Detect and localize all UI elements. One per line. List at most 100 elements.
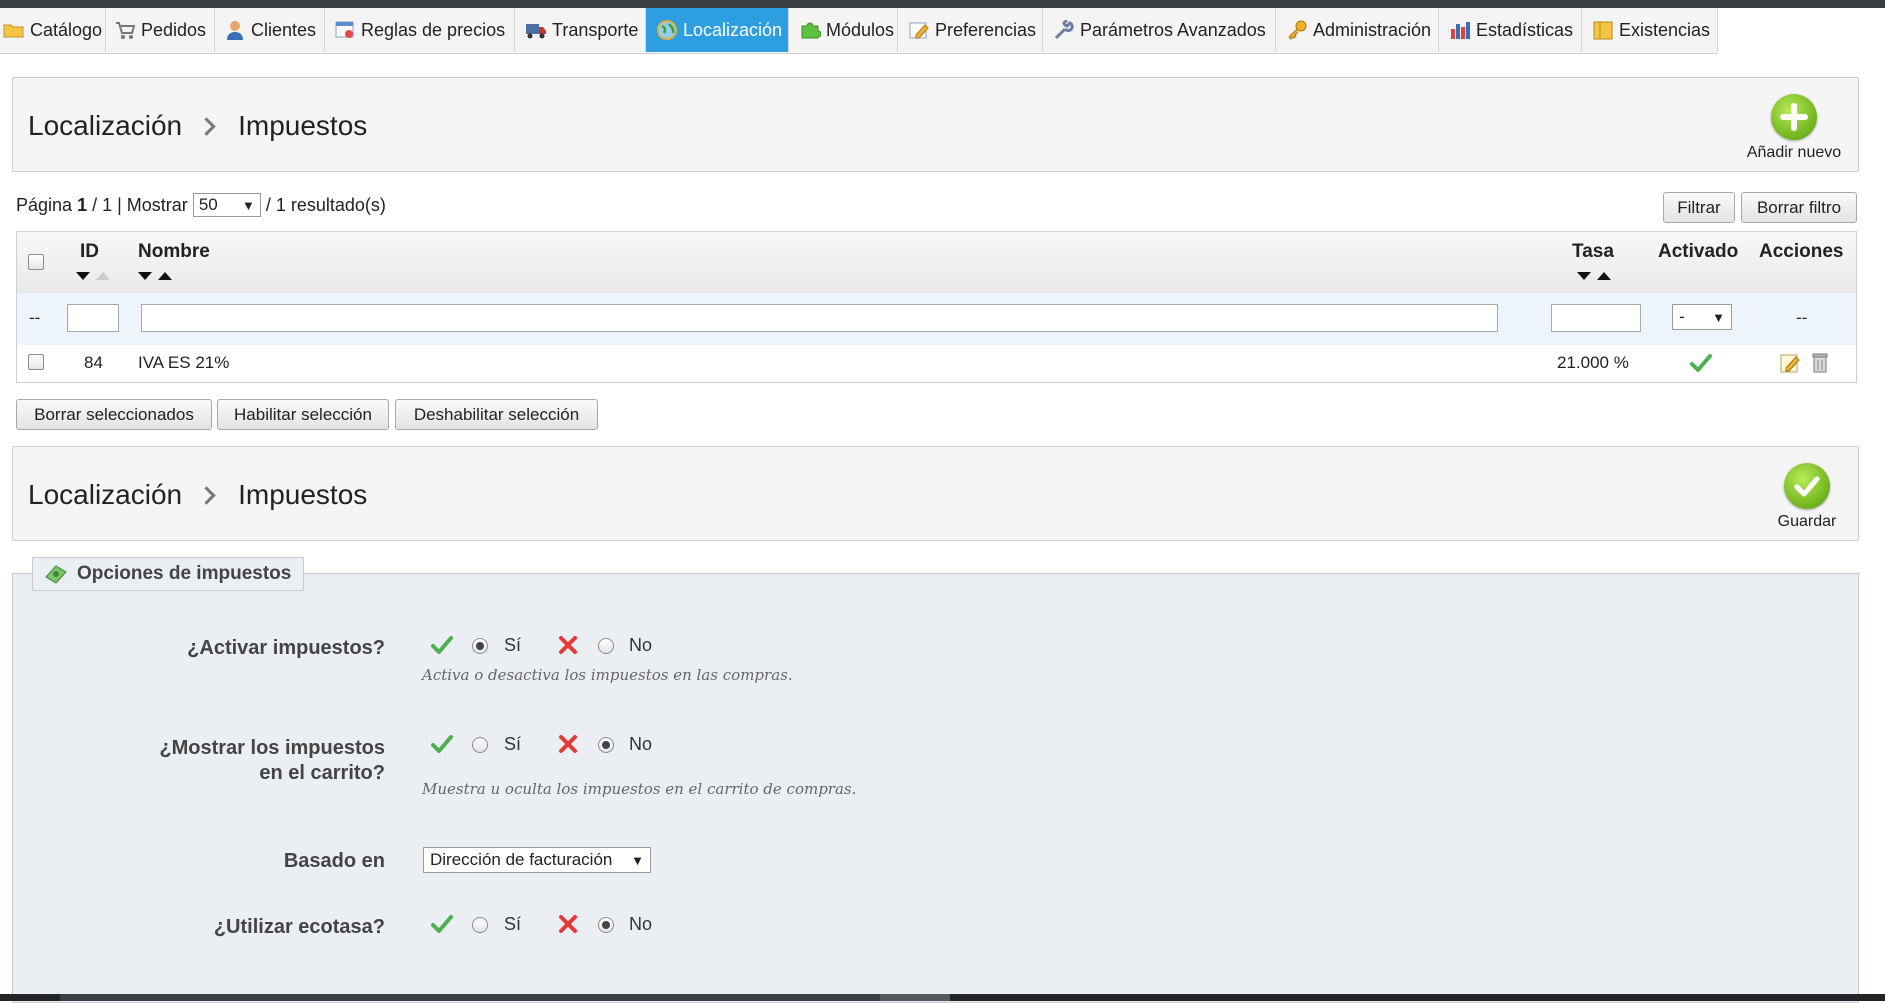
select-all-checkbox[interactable]: [28, 254, 44, 270]
activate-taxes-yes-radio[interactable]: [472, 638, 488, 654]
enable-selection-button[interactable]: Habilitar selección: [217, 399, 389, 430]
filter-active-select[interactable]: - ▼: [1672, 304, 1732, 330]
column-header-name: Nombre: [138, 241, 210, 262]
delete-selected-button[interactable]: Borrar seleccionados: [16, 399, 212, 430]
taxes-table: ID Nombre Tasa Activado Acciones -- - ▼ …: [16, 231, 1857, 383]
bar-chart-icon: [1449, 20, 1471, 40]
tab-transporte[interactable]: Transporte: [515, 8, 646, 52]
tab-modulos[interactable]: Módulos: [789, 8, 898, 52]
tab-administracion[interactable]: Administración: [1276, 8, 1439, 52]
per-page-select[interactable]: 50 ▼: [192, 193, 261, 217]
toolbar-panel-list: Localización Impuestos Añadir nuevo: [12, 77, 1859, 172]
filter-row: -- - ▼ --: [17, 293, 1856, 346]
table-header: ID Nombre Tasa Activado Acciones: [17, 232, 1856, 294]
yes-label: Sí: [504, 734, 522, 754]
user-icon: [224, 20, 246, 40]
breadcrumb-separator-icon: [197, 485, 216, 505]
breadcrumb-separator-icon: [197, 116, 216, 136]
column-header-id: ID: [80, 241, 99, 262]
dropdown-arrow-icon: ▼: [241, 197, 255, 213]
tax-options-legend: Opciones de impuestos: [32, 557, 305, 591]
use-ecotax-no-radio[interactable]: [598, 917, 614, 933]
column-header-rate: Tasa: [1572, 241, 1614, 262]
filter-id-input[interactable]: [67, 304, 119, 332]
delete-trash-icon[interactable]: [1809, 352, 1831, 374]
sort-rate: [1577, 272, 1611, 280]
based-on-select[interactable]: Dirección de facturación ▼: [423, 847, 651, 873]
filter-name-input[interactable]: [141, 304, 1498, 332]
field-label-based-on: Basado en: [283, 850, 385, 872]
toolbar-panel-options: Localización Impuestos Guardar: [12, 446, 1859, 541]
puzzle-icon: [799, 20, 822, 40]
reset-filter-button[interactable]: Borrar filtro: [1741, 192, 1857, 223]
globe-icon: [656, 20, 678, 40]
sort-desc-icon[interactable]: [138, 272, 152, 280]
folder-icon: [3, 20, 25, 40]
tab-preferencias[interactable]: Preferencias: [898, 8, 1043, 52]
tab-estadisticas[interactable]: Estadísticas: [1439, 8, 1582, 52]
sort-desc-icon[interactable]: [76, 272, 90, 280]
wrench-icon: [1053, 18, 1075, 40]
filter-placeholder: --: [29, 308, 41, 327]
window-bottom-strip: [0, 994, 1885, 1001]
sort-asc-icon[interactable]: [96, 272, 110, 280]
save-button[interactable]: Guardar: [1767, 463, 1847, 531]
tab-reglas-de-precios[interactable]: Reglas de precios: [325, 8, 515, 52]
field-label-activate-taxes: ¿Activar impuestos?: [187, 637, 385, 659]
filter-actions-placeholder: --: [1796, 308, 1808, 327]
preferences-icon: [908, 20, 930, 40]
tab-catalogo[interactable]: Catálogo: [0, 8, 106, 52]
sort-desc-icon[interactable]: [1577, 272, 1591, 280]
breadcrumb-item-localizacion[interactable]: Localización: [28, 110, 182, 142]
tab-pedidos[interactable]: Pedidos: [106, 8, 215, 52]
yes-check-icon: [431, 735, 453, 753]
field-label-show-taxes-cart: ¿Mostrar los impuestos en el carrito?: [159, 737, 385, 784]
save-check-icon: [1784, 463, 1830, 509]
key-icon: [1286, 20, 1308, 40]
cart-icon: [114, 20, 136, 40]
show-taxes-cart-hint: Muestra u oculta los impuestos en el car…: [422, 780, 857, 798]
breadcrumb-item-impuestos: Impuestos: [238, 110, 368, 141]
dropdown-arrow-icon: ▼: [631, 852, 644, 868]
show-taxes-cart-yes-radio[interactable]: [472, 737, 488, 753]
sort-asc-icon[interactable]: [1597, 272, 1611, 280]
edit-icon[interactable]: [1779, 352, 1801, 374]
field-label-use-ecotax: ¿Utilizar ecotasa?: [213, 916, 385, 938]
no-label: No: [629, 734, 653, 754]
tab-localizacion[interactable]: Localización: [646, 8, 789, 52]
yes-label: Sí: [504, 635, 522, 655]
breadcrumb-item-localizacion[interactable]: Localización: [28, 479, 182, 511]
breadcrumb-item-impuestos: Impuestos: [238, 479, 368, 510]
tab-existencias[interactable]: Existencias: [1582, 8, 1718, 52]
enabled-check-icon[interactable]: [1690, 353, 1712, 373]
pagination: Página 1 / 1 | Mostrar 50 ▼ / 1 resultad…: [16, 193, 386, 217]
page-total: / 1 | Mostrar: [92, 194, 188, 215]
activate-taxes-no-radio[interactable]: [598, 638, 614, 654]
no-label: No: [629, 635, 653, 655]
filter-button[interactable]: Filtrar: [1663, 192, 1735, 223]
row-id: 84: [84, 353, 103, 372]
window-top-strip: [0, 0, 1885, 8]
no-cross-icon: [559, 735, 577, 753]
show-taxes-cart-no-radio[interactable]: [598, 737, 614, 753]
dropdown-arrow-icon: ▼: [1712, 309, 1725, 325]
disable-selection-button[interactable]: Deshabilitar selección: [395, 399, 598, 430]
tab-clientes[interactable]: Clientes: [215, 8, 325, 52]
taskbar-segment: [60, 994, 880, 1001]
truck-icon: [525, 20, 547, 40]
use-ecotax-yes-radio[interactable]: [472, 917, 488, 933]
price-rules-icon: [334, 20, 356, 40]
tab-parametros-avanzados[interactable]: Parámetros Avanzados: [1043, 8, 1276, 52]
results-count: / 1 resultado(s): [265, 194, 386, 215]
yes-check-icon: [431, 915, 453, 933]
breadcrumb: Localización Impuestos: [28, 110, 367, 142]
table-row[interactable]: 84 IVA ES 21% 21.000 %: [17, 345, 1856, 382]
filter-rate-input[interactable]: [1551, 304, 1641, 332]
yes-check-icon: [431, 636, 453, 654]
row-checkbox[interactable]: [28, 354, 44, 370]
sort-asc-icon[interactable]: [158, 272, 172, 280]
yes-label: Sí: [504, 914, 522, 934]
sort-name: [138, 272, 172, 280]
add-new-button[interactable]: Añadir nuevo: [1744, 94, 1844, 162]
breadcrumb: Localización Impuestos: [28, 479, 367, 511]
